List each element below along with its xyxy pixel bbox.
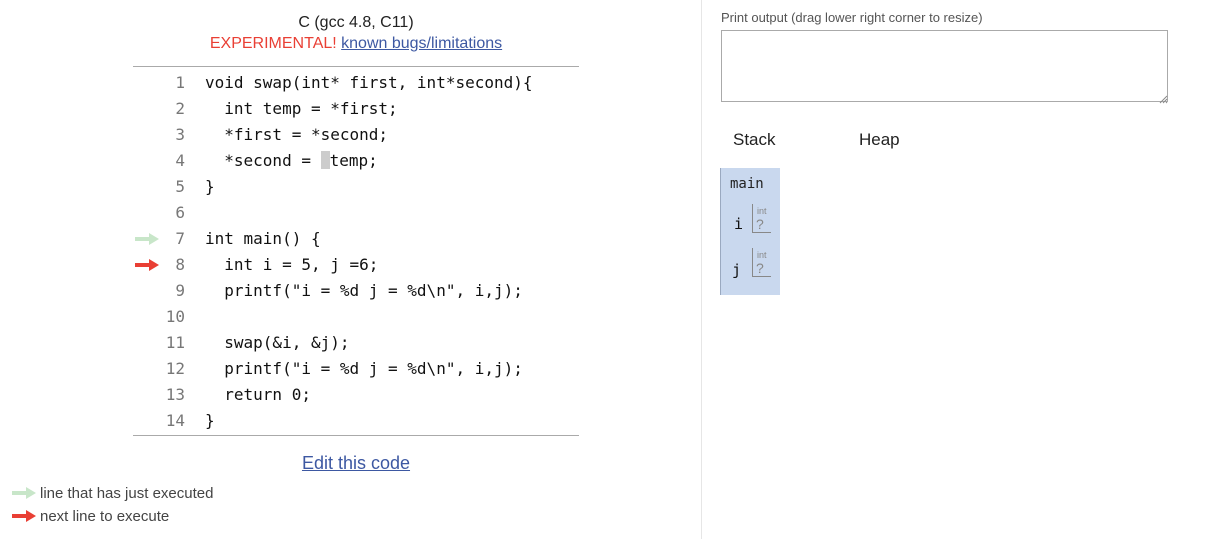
line-number: 9 (175, 281, 185, 300)
code-text: *first = *second; (205, 125, 389, 144)
code-text: printf("i = %d j = %d\n", i,j); (205, 281, 523, 300)
code-text: return 0; (205, 385, 311, 404)
legend-next: next line to execute (12, 508, 169, 526)
code-line: 10 (133, 304, 579, 330)
resize-grip-icon[interactable] (1159, 95, 1168, 104)
next-line-arrow-icon (135, 259, 159, 271)
line-number: 1 (175, 73, 185, 92)
edit-code-link[interactable]: Edit this code (133, 453, 579, 474)
code-line: 1 void swap(int* first, int*second){ (133, 70, 579, 96)
variable-value: ? (756, 260, 764, 276)
pane-divider (701, 0, 702, 539)
line-number: 11 (165, 333, 185, 352)
code-text: int i = 5, j =6; (205, 255, 379, 274)
executed-line-arrow-icon (12, 487, 36, 499)
frame-name: main (730, 176, 764, 192)
code-text: *second = temp; (205, 148, 378, 174)
code-text: } (205, 177, 215, 196)
heap-heading: Heap (859, 130, 900, 149)
legend-next-label: next line to execute (40, 508, 170, 525)
line-number: 3 (175, 125, 185, 144)
code-pane: C (gcc 4.8, C11) EXPERIMENTAL! known bug… (0, 0, 700, 539)
legend-executed: line that has just executed (12, 485, 213, 503)
code-line: 6 (133, 200, 579, 226)
variable-type: int (757, 206, 767, 216)
breakpoint-marker[interactable] (320, 151, 330, 169)
variable-value: ? (756, 216, 764, 232)
line-number: 13 (165, 385, 185, 404)
code-text-part: *second = (205, 151, 321, 170)
code-line: 7 int main() { (133, 226, 579, 252)
code-line: 13 return 0; (133, 382, 579, 408)
line-number: 10 (165, 307, 185, 326)
line-number: 4 (175, 151, 185, 170)
variable-value-box: int ? (752, 204, 771, 233)
next-line-arrow-icon (12, 510, 36, 522)
experimental-label: EXPERIMENTAL! (209, 35, 337, 52)
code-text: int main() { (205, 229, 321, 248)
line-number: 5 (175, 177, 185, 196)
print-output-box[interactable] (721, 30, 1168, 102)
stack-frame-main: main i int ? j int ? (720, 168, 780, 295)
variable-name: j (732, 261, 742, 279)
variable-name: i (734, 215, 744, 233)
code-display: 1 void swap(int* first, int*second){ 2 i… (133, 66, 579, 436)
executed-line-arrow-icon (135, 233, 159, 245)
code-line: 11 swap(&i, &j); (133, 330, 579, 356)
code-text-part: temp; (329, 151, 378, 170)
line-number: 2 (175, 99, 185, 118)
language-label: C (gcc 4.8, C11) (298, 14, 414, 31)
code-line: 3 *first = *second; (133, 122, 579, 148)
print-output-label: Print output (drag lower right corner to… (721, 10, 983, 25)
code-line: 2 int temp = *first; (133, 96, 579, 122)
code-text: swap(&i, &j); (205, 333, 350, 352)
code-text: void swap(int* first, int*second){ (205, 73, 533, 92)
warning-line: EXPERIMENTAL! known bugs/limitations (133, 35, 579, 53)
line-number: 14 (165, 411, 185, 430)
code-line: 4 *second = temp; (133, 148, 579, 174)
variable-value-box: int ? (752, 248, 771, 277)
code-line: 9 printf("i = %d j = %d\n", i,j); (133, 278, 579, 304)
code-text: int temp = *first; (205, 99, 398, 118)
known-bugs-link[interactable]: known bugs/limitations (341, 35, 502, 52)
line-number: 12 (165, 359, 185, 378)
code-text: } (205, 411, 215, 430)
legend-executed-label: line that has just executed (40, 485, 214, 502)
code-text: printf("i = %d j = %d\n", i,j); (205, 359, 523, 378)
code-line: 8 int i = 5, j =6; (133, 252, 579, 278)
variable-type: int (757, 250, 767, 260)
code-line: 14 } (133, 408, 579, 434)
line-number: 6 (175, 203, 185, 222)
code-line: 5 } (133, 174, 579, 200)
code-line: 12 printf("i = %d j = %d\n", i,j); (133, 356, 579, 382)
stack-heading: Stack (733, 130, 776, 149)
